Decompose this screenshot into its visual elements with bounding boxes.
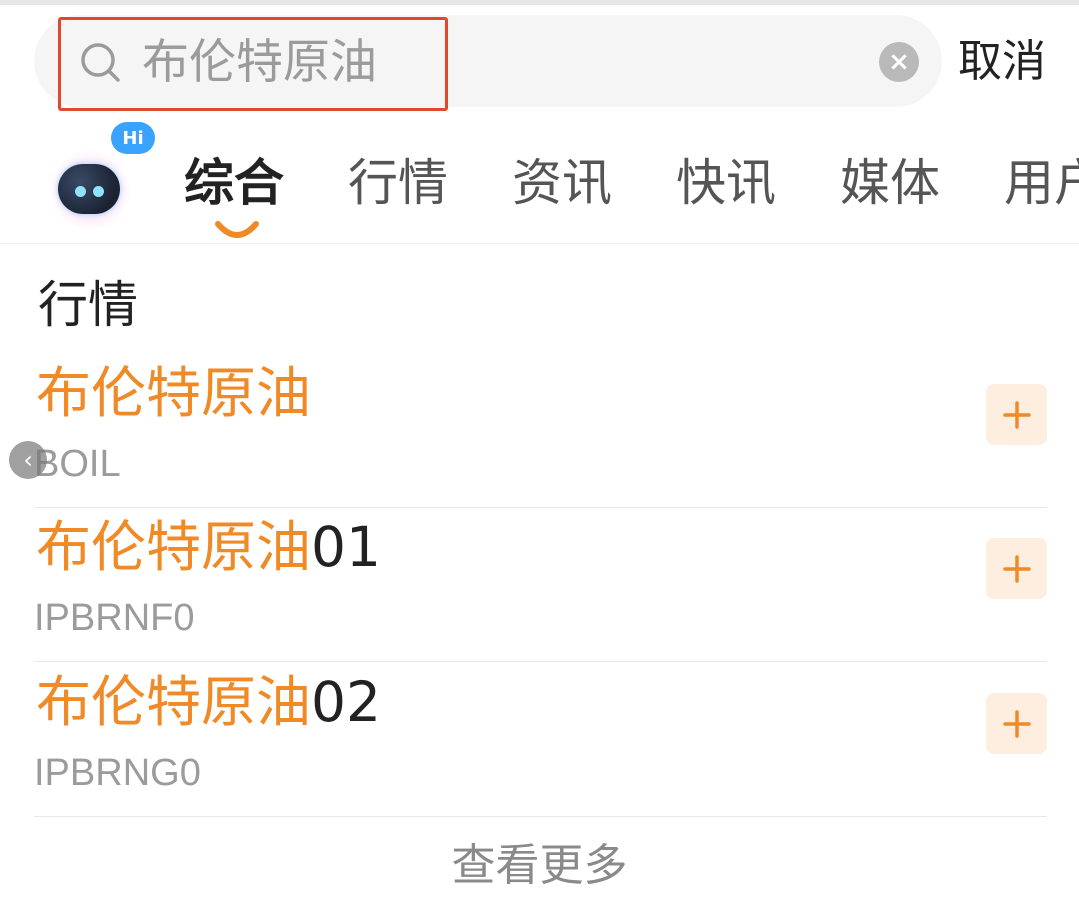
quote-result-row[interactable]: 布伦特原油01 IPBRNF0 bbox=[34, 508, 1047, 662]
tab-users[interactable]: 用户 bbox=[1004, 150, 1079, 216]
quote-result-row[interactable]: 布伦特原油 BOIL bbox=[34, 354, 1047, 508]
quote-result-row[interactable]: 布伦特原油02 IPBRNG0 bbox=[34, 663, 1047, 817]
tab-flash-news[interactable]: 快讯 bbox=[676, 150, 776, 216]
quote-name: 布伦特原油02 bbox=[36, 665, 381, 739]
quote-name: 布伦特原油01 bbox=[36, 510, 381, 584]
row-divider bbox=[34, 816, 1047, 817]
plus-icon bbox=[1002, 709, 1031, 738]
plus-icon bbox=[1002, 554, 1031, 583]
search-input-highlight-box bbox=[58, 17, 448, 111]
quote-name-match: 布伦特原油 bbox=[36, 515, 312, 579]
chevron-left-icon[interactable]: ‹ bbox=[9, 441, 47, 479]
quote-name-suffix: 02 bbox=[311, 670, 382, 734]
status-divider bbox=[0, 0, 1079, 5]
hi-badge: Hi bbox=[111, 122, 155, 154]
tab-comprehensive[interactable]: 综合 bbox=[184, 150, 284, 216]
quote-name-match: 布伦特原油 bbox=[36, 361, 312, 425]
cancel-button[interactable]: 取消 bbox=[958, 32, 1046, 92]
quote-code: IPBRNF0 bbox=[34, 597, 195, 639]
see-more-link[interactable]: 查看更多 bbox=[0, 830, 1079, 902]
tab-quotes[interactable]: 行情 bbox=[348, 150, 448, 216]
clear-icon[interactable]: × bbox=[879, 42, 919, 82]
tab-media[interactable]: 媒体 bbox=[840, 150, 940, 216]
row-divider bbox=[34, 661, 1047, 662]
tabs-divider bbox=[0, 243, 1079, 244]
add-watchlist-button[interactable] bbox=[986, 538, 1047, 599]
active-tab-indicator bbox=[215, 221, 259, 238]
assistant-bot-icon[interactable] bbox=[50, 150, 130, 230]
add-watchlist-button[interactable] bbox=[986, 693, 1047, 754]
tab-news[interactable]: 资讯 bbox=[512, 150, 612, 216]
quote-name-match: 布伦特原油 bbox=[36, 670, 312, 734]
quote-code: BOIL bbox=[34, 443, 121, 485]
plus-icon bbox=[1002, 400, 1031, 429]
quote-name-suffix: 01 bbox=[311, 515, 382, 579]
quote-name: 布伦特原油 bbox=[36, 356, 311, 430]
add-watchlist-button[interactable] bbox=[986, 384, 1047, 445]
section-title-quotes: 行情 bbox=[38, 276, 138, 334]
quote-code: IPBRNG0 bbox=[34, 752, 201, 794]
